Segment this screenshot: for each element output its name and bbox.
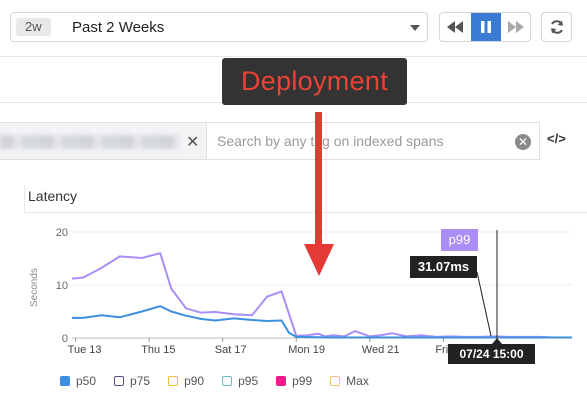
code-view-icon[interactable]: </>: [547, 131, 566, 146]
close-icon[interactable]: ✕: [186, 132, 199, 152]
fast-forward-button[interactable]: [501, 13, 531, 41]
x-tick-label: Thu 15: [141, 344, 175, 356]
legend-label: p90: [184, 374, 205, 388]
playback-controls: [439, 12, 531, 42]
latency-chart[interactable]: 01020SecondsTue 13 Thu 15 Sat 17 Mon 19 Wed …: [0, 214, 587, 364]
caret-down-icon: [410, 25, 420, 31]
deployment-arrow-icon: [304, 112, 334, 276]
tooltip-timestamp: 07/24 15:00: [448, 344, 535, 364]
y-tick-label: 20: [56, 227, 68, 239]
legend-label: p99: [292, 374, 313, 388]
redacted-tag-text: [0, 135, 180, 149]
tooltip-series-label: p99: [441, 229, 478, 251]
divider: [0, 56, 587, 57]
timeframe-label: Past 2 Weeks: [72, 19, 165, 36]
legend-item-p95[interactable]: p95: [222, 374, 258, 388]
x-tick-label: Sat 17: [215, 344, 247, 356]
legend-swatch: [330, 376, 341, 386]
tooltip-value: 31.07ms: [410, 256, 477, 278]
legend-item-p50[interactable]: p50: [60, 374, 96, 388]
x-tick-label: Mon 19: [288, 344, 325, 356]
panel-title: Latency: [28, 188, 78, 204]
legend-swatch: [114, 376, 125, 386]
timeframe-select[interactable]: 2w Past 2 Weeks: [10, 12, 428, 42]
fast-forward-icon: [508, 21, 524, 33]
legend-swatch: [276, 376, 287, 386]
rewind-icon: [447, 21, 463, 33]
timeframe-bar: 2w Past 2 Weeks: [0, 0, 587, 56]
deployment-callout: Deployment: [222, 58, 407, 105]
legend-label: Max: [346, 374, 369, 388]
legend-swatch: [222, 376, 233, 386]
pause-button[interactable]: [471, 13, 501, 41]
legend-label: p50: [76, 374, 97, 388]
x-tick-label: Tue 13: [68, 344, 102, 356]
pause-icon: [481, 21, 491, 33]
refresh-icon: [550, 20, 563, 34]
clear-search-icon[interactable]: ✕: [515, 134, 531, 150]
x-tick-label: Wed 21: [362, 344, 400, 356]
refresh-button[interactable]: [541, 12, 572, 42]
legend-item-p75[interactable]: p75: [114, 374, 150, 388]
span-search-input[interactable]: Search by any tag on indexed spans ✕: [206, 122, 540, 160]
legend-label: p75: [130, 374, 151, 388]
y-tick-label: 10: [56, 280, 68, 292]
timeframe-badge: 2w: [16, 18, 51, 36]
legend-swatch: [168, 376, 179, 386]
y-axis-label: Seconds: [29, 268, 40, 307]
deployment-label: Deployment: [240, 66, 389, 96]
legend-item-p99[interactable]: p99: [276, 374, 312, 388]
legend-item-max[interactable]: Max: [330, 374, 369, 388]
chart-legend: p50 p75 p90 p95 p99 Max: [60, 372, 387, 390]
legend-label: p95: [238, 374, 259, 388]
tooltip-pointer: [476, 271, 492, 337]
rewind-button[interactable]: [440, 13, 470, 41]
legend-item-p90[interactable]: p90: [168, 374, 204, 388]
tag-filter-chip[interactable]: ✕: [0, 122, 206, 160]
legend-swatch: [60, 376, 70, 386]
panel-border: [24, 185, 25, 213]
